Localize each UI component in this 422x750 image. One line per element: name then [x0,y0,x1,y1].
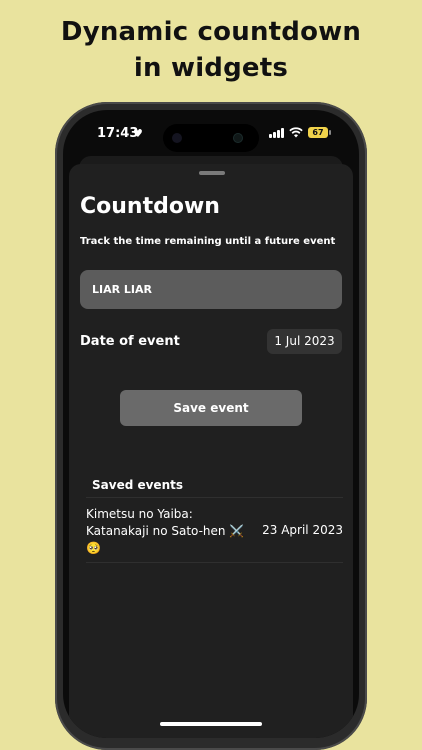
phone-frame: 17:43 ♥ 67 Countdown Track the time rema… [55,102,367,750]
sensor-dot-icon [233,133,243,143]
camera-dot-icon [172,133,182,143]
battery-icon: 67 [308,127,328,138]
home-indicator[interactable] [160,722,262,726]
save-event-button[interactable]: Save event [120,390,302,426]
event-name-input[interactable] [80,270,342,309]
saved-event-row[interactable]: Kimetsu no Yaiba: Katanakaji no Sato-hen… [86,498,343,562]
countdown-sheet: Countdown Track the time remaining until… [69,164,353,738]
battery-tip [329,130,331,135]
saved-event-name: Kimetsu no Yaiba: Katanakaji no Sato-hen… [86,507,245,555]
promo-headline: Dynamic countdown in widgets [0,14,422,86]
date-of-event-label: Date of event [80,334,180,349]
phone-screen: 17:43 ♥ 67 Countdown Track the time rema… [63,110,359,738]
wifi-icon [289,127,303,138]
heart-icon: ♥ [133,127,143,140]
status-bar: 17:43 ♥ 67 [63,110,359,158]
page-title: Countdown [80,194,220,219]
saved-events-header: Saved events [92,478,183,492]
saved-event-date: 23 April 2023 [262,523,343,537]
promo-headline-line-1: Dynamic countdown [60,17,362,47]
cellular-signal-icon [269,128,285,138]
page-subtitle: Track the time remaining until a future … [80,236,336,247]
saved-events-divider-bottom [86,562,343,563]
sheet-grabber[interactable] [199,171,225,175]
date-picker-button[interactable]: 1 Jul 2023 [267,329,342,354]
promo-headline-line-2: in widgets [133,53,289,83]
